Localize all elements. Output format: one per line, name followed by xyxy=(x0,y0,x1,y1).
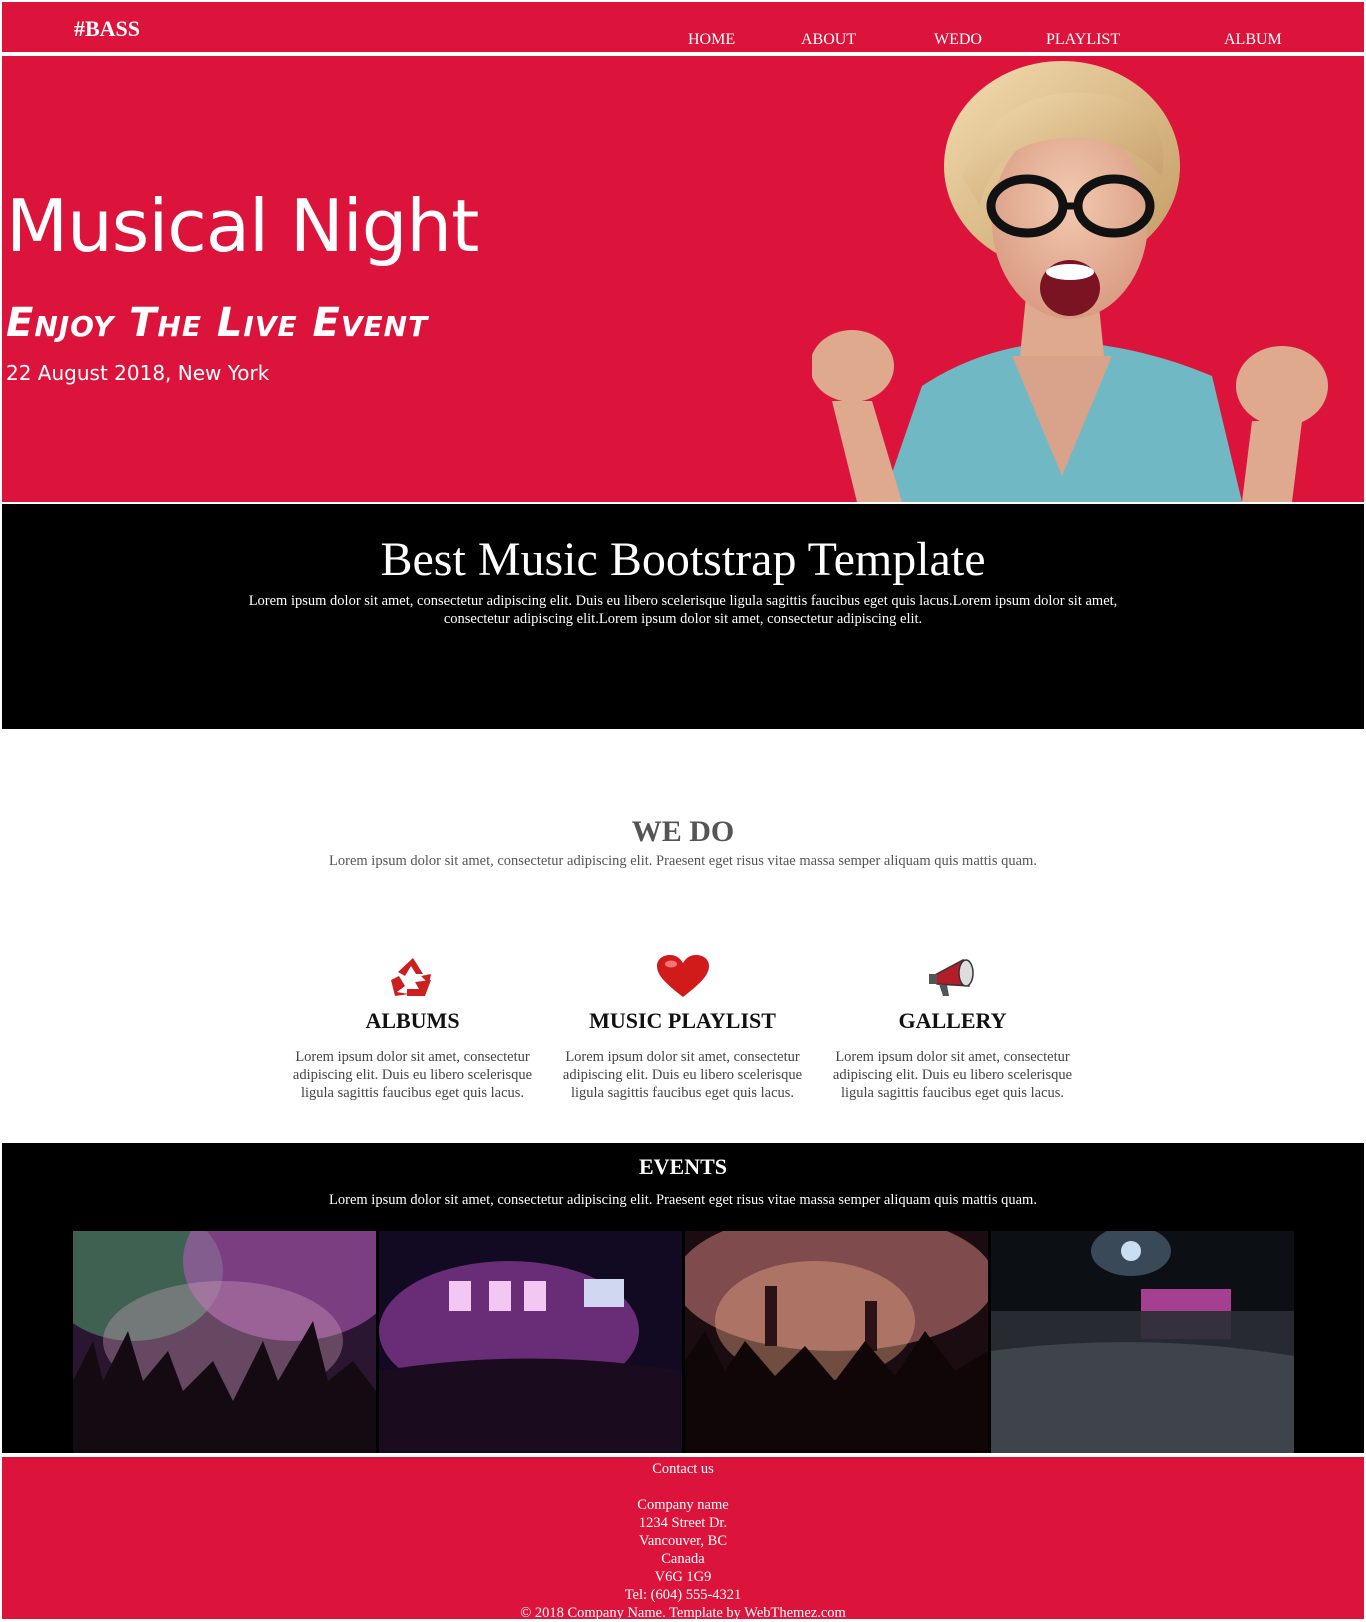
feature-text-music-playlist: Lorem ipsum dolor sit amet, consectetur … xyxy=(562,1049,803,1101)
event-image-3[interactable] xyxy=(685,1231,988,1453)
feature-text-albums: Lorem ipsum dolor sit amet, consectetur … xyxy=(292,1049,533,1101)
navbar: #BASS HOME ABOUT WEDO PLAYLIST ALBUM xyxy=(2,2,1364,54)
footer-copyright: © 2018 Company Name. Template by WebThem… xyxy=(520,1605,846,1621)
footer-tel: Tel: (604) 555-4321 xyxy=(624,1587,742,1603)
wedo-title: WE DO xyxy=(631,815,735,848)
feature-text-gallery: Lorem ipsum dolor sit amet, consectetur … xyxy=(832,1049,1073,1101)
hero-title: Musical Night xyxy=(6,184,479,268)
intro-section: Best Music Bootstrap Template Lorem ipsu… xyxy=(2,504,1364,729)
wedo-text: Lorem ipsum dolor sit amet, consectetur … xyxy=(329,853,1037,869)
events-title: EVENTS xyxy=(638,1154,728,1179)
footer-postal: V6G 1G9 xyxy=(654,1569,712,1585)
nav-link-wedo[interactable]: WEDO xyxy=(934,31,982,49)
nav-link-playlist[interactable]: PLAYLIST xyxy=(1046,31,1120,49)
heart-icon xyxy=(550,952,815,1000)
feature-music-playlist: MUSIC PLAYLIST Lorem ipsum dolor sit ame… xyxy=(550,952,815,1102)
footer-company: Company name xyxy=(637,1497,729,1513)
hero-subtitle: Enjoy The Live Event xyxy=(6,300,429,346)
intro-title: Best Music Bootstrap Template xyxy=(380,533,986,586)
footer: Contact us Company name 1234 Street Dr. … xyxy=(2,1455,1364,1621)
hero-banner: Musical Night Enjoy The Live Event 22 Au… xyxy=(2,56,1364,502)
footer-country: Canada xyxy=(661,1551,705,1567)
hero-photo xyxy=(812,61,1328,502)
footer-street: 1234 Street Dr. xyxy=(638,1515,728,1531)
feature-albums: ALBUMS Lorem ipsum dolor sit amet, conse… xyxy=(280,952,545,1102)
feature-title-albums: ALBUMS xyxy=(365,1008,460,1033)
nav-link-about[interactable]: ABOUT xyxy=(801,31,856,49)
hero-date: 22 August 2018, New York xyxy=(6,361,270,385)
feature-gallery: GALLERY Lorem ipsum dolor sit amet, cons… xyxy=(820,952,1085,1102)
feature-title-gallery: GALLERY xyxy=(898,1008,1007,1033)
recycle-icon xyxy=(280,952,545,1000)
intro-text: Lorem ipsum dolor sit amet, consectetur … xyxy=(248,593,1118,627)
event-image-2[interactable] xyxy=(379,1231,682,1453)
brand-logo[interactable]: #BASS xyxy=(74,16,140,42)
events-section: EVENTS Lorem ipsum dolor sit amet, conse… xyxy=(2,1143,1364,1453)
nav-link-album[interactable]: ALBUM xyxy=(1224,31,1282,49)
footer-city: Vancouver, BC xyxy=(638,1533,727,1549)
feature-title-music-playlist: MUSIC PLAYLIST xyxy=(589,1008,776,1033)
megaphone-icon xyxy=(820,952,1085,1000)
footer-heading: Contact us xyxy=(652,1461,714,1477)
event-image-1[interactable] xyxy=(73,1231,376,1453)
nav-link-home[interactable]: HOME xyxy=(688,31,735,49)
event-image-4[interactable] xyxy=(991,1231,1294,1453)
events-text: Lorem ipsum dolor sit amet, consectetur … xyxy=(329,1192,1037,1208)
